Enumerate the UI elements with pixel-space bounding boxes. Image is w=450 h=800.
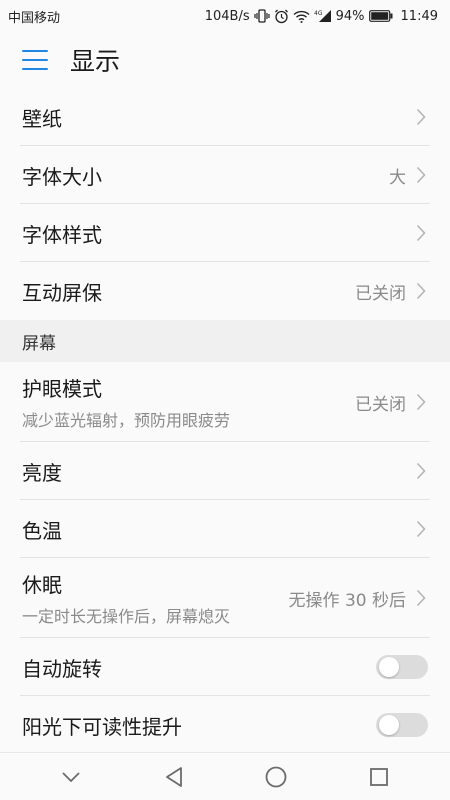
home-icon[interactable]: [256, 757, 296, 797]
wifi-icon: [293, 10, 310, 23]
row-value: 已关闭: [355, 394, 406, 415]
row-subtitle: 一定时长无操作后，屏幕熄灭: [22, 607, 231, 626]
recents-icon[interactable]: [359, 757, 399, 797]
sleep-row[interactable]: 休眠 一定时长无操作后，屏幕熄灭 无操作 30 秒后: [0, 558, 450, 638]
back-icon[interactable]: [154, 757, 194, 797]
row-title: 字体样式: [22, 222, 102, 247]
auto-rotate-row: 自动旋转: [0, 638, 450, 696]
brightness-row[interactable]: 亮度: [0, 442, 450, 500]
color-temperature-row[interactable]: 色温: [0, 500, 450, 558]
row-title: 字体大小: [22, 164, 102, 189]
chevron-right-icon: [414, 519, 428, 539]
row-value: 无操作 30 秒后: [288, 590, 406, 611]
row-subtitle: 减少蓝光辐射，预防用眼疲劳: [22, 411, 231, 430]
time-label: 11:49: [400, 8, 438, 24]
vibrate-icon: [254, 9, 270, 23]
chevron-right-icon: [414, 588, 428, 608]
settings-list: 壁纸 字体大小 大 字体样式 互动屏保 已关闭 屏幕 护眼模式 减少蓝光辐射，预…: [0, 88, 450, 754]
battery-label: 94%: [335, 8, 365, 24]
carrier-label: 中国移动: [8, 10, 61, 26]
row-title: 护眼模式: [22, 377, 102, 401]
wallpaper-row[interactable]: 壁纸: [0, 88, 450, 146]
system-nav-bar: [0, 752, 450, 800]
chevron-right-icon: [414, 107, 428, 127]
row-value: 大: [389, 167, 406, 188]
font-style-row[interactable]: 字体样式: [0, 204, 450, 262]
row-title: 亮度: [22, 460, 62, 485]
alarm-icon: [274, 9, 289, 24]
chevron-down-icon[interactable]: [51, 757, 91, 797]
row-title: 壁纸: [22, 106, 62, 131]
row-title: 自动旋转: [22, 656, 102, 681]
row-title: 阳光下可读性提升: [22, 714, 182, 739]
battery-icon: [368, 10, 393, 22]
font-size-row[interactable]: 字体大小 大: [0, 146, 450, 204]
section-header-screen: 屏幕: [0, 320, 450, 362]
hamburger-menu-icon[interactable]: [22, 50, 48, 70]
screensaver-row[interactable]: 互动屏保 已关闭: [0, 262, 450, 320]
row-title: 互动屏保: [22, 280, 102, 305]
chevron-right-icon: [414, 223, 428, 243]
app-bar: 显示: [0, 32, 450, 88]
page-title: 显示: [70, 47, 121, 76]
chevron-right-icon: [414, 281, 428, 301]
row-value: 已关闭: [355, 283, 406, 304]
status-bar: 中国移动 104B/s 4G 94% 11:49: [0, 0, 450, 32]
row-title: 色温: [22, 518, 62, 543]
sunlight-readability-row: 阳光下可读性提升: [0, 696, 450, 754]
signal-tag-label: 4G: [314, 10, 323, 17]
cellular-signal-icon: 4G: [314, 9, 332, 23]
sunlight-readability-toggle[interactable]: [376, 713, 428, 737]
row-title: 休眠: [22, 573, 62, 597]
eye-comfort-row[interactable]: 护眼模式 减少蓝光辐射，预防用眼疲劳 已关闭: [0, 362, 450, 442]
auto-rotate-toggle[interactable]: [376, 655, 428, 679]
chevron-right-icon: [414, 461, 428, 481]
net-speed-label: 104B/s: [204, 8, 250, 24]
chevron-right-icon: [414, 392, 428, 412]
chevron-right-icon: [414, 165, 428, 185]
